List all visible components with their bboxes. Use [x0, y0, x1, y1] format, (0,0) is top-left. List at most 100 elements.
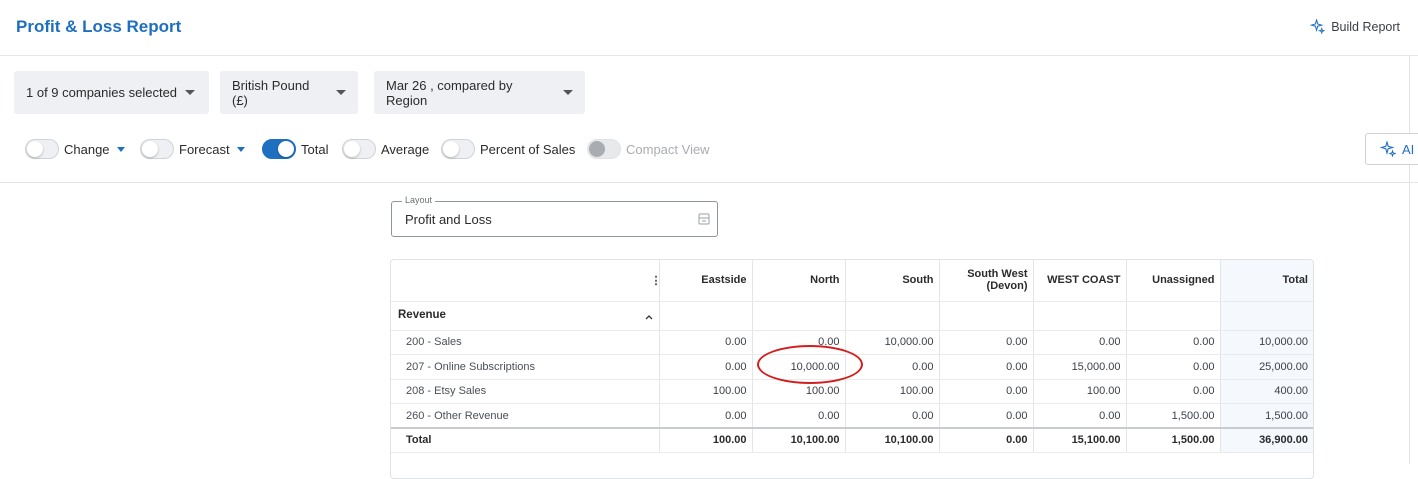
table-cell[interactable]: 10,000.00 [845, 330, 940, 355]
table-cell[interactable]: 0.00 [1126, 354, 1221, 380]
ai-button-label: AI [1402, 141, 1415, 157]
change-label: Change [64, 141, 110, 157]
table-row[interactable]: 207 - Online Subscriptions 0.00 10,000.0… [391, 354, 1313, 380]
table-cell[interactable]: 0.00 [939, 403, 1034, 429]
change-dropdown-icon[interactable] [116, 146, 125, 152]
column-header[interactable]: Total [1220, 260, 1313, 302]
average-toggle-group: Average [342, 137, 429, 161]
chevron-down-icon [185, 90, 196, 95]
table-row[interactable]: 208 - Etsy Sales 100.00 100.00 100.00 0.… [391, 379, 1313, 404]
period-selector[interactable]: Mar 26 , compared by Region [374, 71, 585, 114]
right-panel-edge [1409, 56, 1418, 464]
more-vertical-icon[interactable]: ⋮ [651, 274, 662, 287]
table-cell[interactable]: 0.00 [752, 330, 846, 355]
report-table: ⋮ Eastside North South South West (Devon… [391, 260, 1313, 453]
table-cell[interactable]: 0.00 [939, 379, 1034, 404]
total-toggle-group: Total [262, 137, 328, 161]
table-cell[interactable]: 0.00 [752, 403, 846, 429]
layout-select[interactable]: Layout Profit and Loss [391, 195, 718, 237]
table-cell[interactable]: 0.00 [1033, 330, 1127, 355]
table-row[interactable]: 200 - Sales 0.00 0.00 10,000.00 0.00 0.0… [391, 330, 1313, 355]
currency-selector[interactable]: British Pound (£) [220, 71, 358, 114]
total-cell: 15,100.00 [1033, 427, 1127, 453]
table-cell[interactable]: 100.00 [845, 379, 940, 404]
layout-icon [698, 213, 710, 225]
table-cell[interactable]: 0.00 [845, 403, 940, 429]
compact-view-toggle [587, 139, 621, 159]
percent-of-sales-label: Percent of Sales [480, 141, 576, 157]
table-cell[interactable]: 400.00 [1220, 379, 1313, 404]
table-cell[interactable]: 1,500.00 [1220, 403, 1313, 429]
table-row[interactable]: 260 - Other Revenue 0.00 0.00 0.00 0.00 … [391, 403, 1313, 429]
total-cell: 1,500.00 [1126, 427, 1221, 453]
chevron-down-icon [336, 90, 346, 95]
table-cell[interactable]: 0.00 [939, 354, 1034, 380]
sparkle-icon [1310, 19, 1326, 34]
percent-of-sales-toggle-group: Percent of Sales [441, 137, 575, 161]
table-cell[interactable]: 0.00 [1033, 403, 1127, 429]
table-cell[interactable]: 0.00 [939, 330, 1034, 355]
table-cell[interactable]: 100.00 [1033, 379, 1127, 404]
column-header[interactable]: Unassigned [1126, 260, 1221, 302]
build-report-button[interactable]: Build Report [1310, 19, 1400, 34]
column-header[interactable]: WEST COAST [1033, 260, 1127, 302]
table-cell[interactable]: 0.00 [659, 330, 753, 355]
toggle-row: Change Forecast Total Average Percent of… [0, 137, 1418, 161]
percent-of-sales-toggle[interactable] [441, 139, 475, 159]
currency-selector-label: British Pound (£) [232, 77, 310, 108]
forecast-toggle[interactable] [140, 139, 174, 159]
table-cell[interactable]: 1,500.00 [1126, 403, 1221, 429]
report-table-container: ⋮ Eastside North South South West (Devon… [390, 259, 1314, 479]
build-report-label: Build Report [1331, 19, 1400, 34]
total-cell: 0.00 [939, 427, 1034, 453]
compact-view-toggle-group: Compact View [587, 137, 710, 161]
total-cell: 10,100.00 [845, 427, 940, 453]
table-cell[interactable]: 0.00 [1126, 330, 1221, 355]
chevron-up-icon[interactable] [644, 312, 654, 322]
total-cell: 100.00 [659, 427, 753, 453]
forecast-dropdown-icon[interactable] [236, 146, 245, 152]
page-title: Profit & Loss Report [16, 17, 182, 36]
column-header[interactable]: Eastside [659, 260, 753, 302]
table-cell[interactable]: 0.00 [659, 403, 753, 429]
table-cell[interactable]: 10,000.00 [752, 354, 846, 380]
chevron-down-icon [563, 90, 573, 95]
total-label: Total [391, 427, 660, 453]
total-toggle[interactable] [262, 139, 296, 159]
column-header[interactable]: South West (Devon) [939, 260, 1034, 302]
total-cell: 10,100.00 [752, 427, 846, 453]
column-menu[interactable]: ⋮ [391, 260, 662, 302]
company-selector[interactable]: 1 of 9 companies selected [14, 71, 209, 114]
layout-value: Profit and Loss [405, 212, 492, 227]
ai-button[interactable]: AI [1365, 133, 1418, 165]
compact-view-label: Compact View [626, 141, 710, 157]
table-cell[interactable]: 0.00 [659, 354, 753, 380]
average-toggle[interactable] [342, 139, 376, 159]
forecast-label: Forecast [179, 141, 230, 157]
change-toggle[interactable] [25, 139, 59, 159]
table-cell[interactable]: 0.00 [1126, 379, 1221, 404]
table-cell[interactable]: 100.00 [659, 379, 753, 404]
period-selector-label: Mar 26 , compared by Region [386, 77, 513, 108]
sparkle-icon [1380, 141, 1396, 157]
forecast-toggle-group: Forecast [140, 137, 245, 161]
group-name-cell[interactable]: Revenue [391, 301, 660, 331]
layout-legend: Layout [402, 195, 436, 205]
group-name: Revenue [398, 309, 446, 321]
table-header-row: ⋮ Eastside North South South West (Devon… [391, 260, 1313, 302]
account-name[interactable]: 260 - Other Revenue [391, 403, 660, 429]
column-header[interactable]: South [845, 260, 940, 302]
column-header[interactable]: North [752, 260, 846, 302]
table-cell[interactable]: 10,000.00 [1220, 330, 1313, 355]
table-cell[interactable]: 25,000.00 [1220, 354, 1313, 380]
group-row[interactable]: Revenue [391, 301, 1313, 331]
average-label: Average [381, 141, 430, 157]
account-name[interactable]: 208 - Etsy Sales [391, 379, 660, 404]
toolbar-divider [0, 182, 1418, 183]
table-cell[interactable]: 100.00 [752, 379, 846, 404]
table-cell[interactable]: 0.00 [845, 354, 940, 380]
account-name[interactable]: 207 - Online Subscriptions [391, 354, 660, 380]
table-cell[interactable]: 15,000.00 [1033, 354, 1127, 380]
account-name[interactable]: 200 - Sales [391, 330, 660, 355]
top-bar: Profit & Loss Report Build Report [0, 0, 1418, 56]
